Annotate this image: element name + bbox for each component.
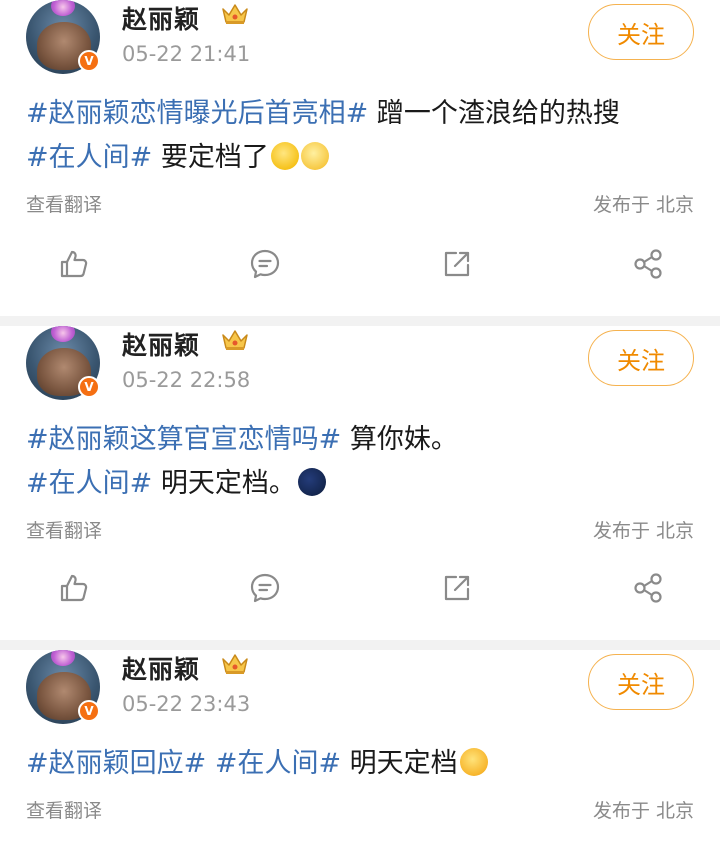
post-location: 发布于 北京 (592, 194, 694, 216)
follow-button[interactable]: 关注 (588, 330, 694, 386)
post-time: 05-22 21:41 (122, 42, 251, 66)
translate-link[interactable]: 查看翻译 (26, 796, 102, 823)
post-card: V 赵丽颖 05-22 21:41 关注 #赵丽颖恋情曝光后首亮相# 蹭一个渣浪… (0, 0, 720, 316)
post-location: 发布于 北京 (592, 520, 694, 542)
post-card: V 赵丽颖 05-22 22:58 关注 #赵丽颖这算官宣恋情吗# 算你妹。 #… (0, 326, 720, 640)
post-header: V 赵丽颖 05-22 23:43 关注 (26, 650, 694, 734)
post-location: 发布于 北京 (592, 800, 694, 822)
comment-icon[interactable] (245, 568, 285, 608)
post-text: #赵丽颖回应# #在人间# 明天定档 (26, 742, 694, 786)
post-header: V 赵丽颖 05-22 21:41 关注 (26, 0, 694, 84)
author-name[interactable]: 赵丽颖 (122, 0, 200, 36)
thumbs-up-icon[interactable] (54, 568, 94, 608)
hashtag-link[interactable]: #在人间# (215, 748, 341, 779)
author-name[interactable]: 赵丽颖 (122, 650, 200, 686)
follow-button[interactable]: 关注 (588, 654, 694, 710)
follow-button[interactable]: 关注 (588, 4, 694, 60)
translate-link[interactable]: 查看翻译 (26, 516, 102, 543)
thumbs-up-icon[interactable] (54, 244, 94, 284)
post-text-segment: 要定档了 (152, 142, 269, 173)
share-icon[interactable] (628, 568, 668, 608)
post-time: 05-22 22:58 (122, 368, 251, 392)
hashtag-link[interactable]: #在人间# (26, 142, 152, 173)
comment-icon[interactable] (245, 244, 285, 284)
crown-icon (222, 4, 248, 24)
post-header: V 赵丽颖 05-22 22:58 关注 (26, 326, 694, 410)
share-icon[interactable] (628, 244, 668, 284)
action-bar (0, 244, 720, 294)
verified-badge: V (78, 376, 100, 398)
hashtag-link[interactable]: #赵丽颖这算官宣恋情吗# (26, 424, 341, 455)
post-text-segment: 算你妹。 (341, 424, 458, 455)
verified-badge: V (78, 50, 100, 72)
post-text-segment: 蹭一个渣浪给的热搜 (368, 98, 620, 129)
post-time: 05-22 23:43 (122, 692, 251, 716)
translate-link[interactable]: 查看翻译 (26, 190, 102, 217)
repost-icon[interactable] (437, 244, 477, 284)
post-text-segment: 明天定档。 (152, 468, 296, 499)
hashtag-link[interactable]: #赵丽颖恋情曝光后首亮相# (26, 98, 368, 129)
kiss-emoji (270, 142, 299, 170)
post-text-segment (206, 748, 215, 779)
party-emoji (300, 142, 329, 170)
hashtag-link[interactable]: #赵丽颖回应# (26, 748, 206, 779)
yawn-emoji (459, 748, 488, 776)
post-card: V 赵丽颖 05-22 23:43 关注 #赵丽颖回应# #在人间# 明天定档 … (0, 650, 720, 864)
verified-badge: V (78, 700, 100, 722)
post-text-segment: 明天定档 (341, 748, 458, 779)
post-meta: 查看翻译 发布于 北京 (26, 792, 694, 832)
hashtag-link[interactable]: #在人间# (26, 468, 152, 499)
post-meta: 查看翻译 发布于 北京 (26, 186, 694, 226)
weibo-feed: V 赵丽颖 05-22 21:41 关注 #赵丽颖恋情曝光后首亮相# 蹭一个渣浪… (0, 0, 720, 864)
moon-emoji (297, 468, 326, 496)
post-meta: 查看翻译 发布于 北京 (26, 512, 694, 552)
repost-icon[interactable] (437, 568, 477, 608)
author-name[interactable]: 赵丽颖 (122, 326, 200, 362)
crown-icon (222, 330, 248, 350)
crown-icon (222, 654, 248, 674)
post-text: #赵丽颖恋情曝光后首亮相# 蹭一个渣浪给的热搜 #在人间# 要定档了 (26, 92, 694, 180)
post-text: #赵丽颖这算官宣恋情吗# 算你妹。 #在人间# 明天定档。 (26, 418, 694, 506)
action-bar (0, 568, 720, 618)
